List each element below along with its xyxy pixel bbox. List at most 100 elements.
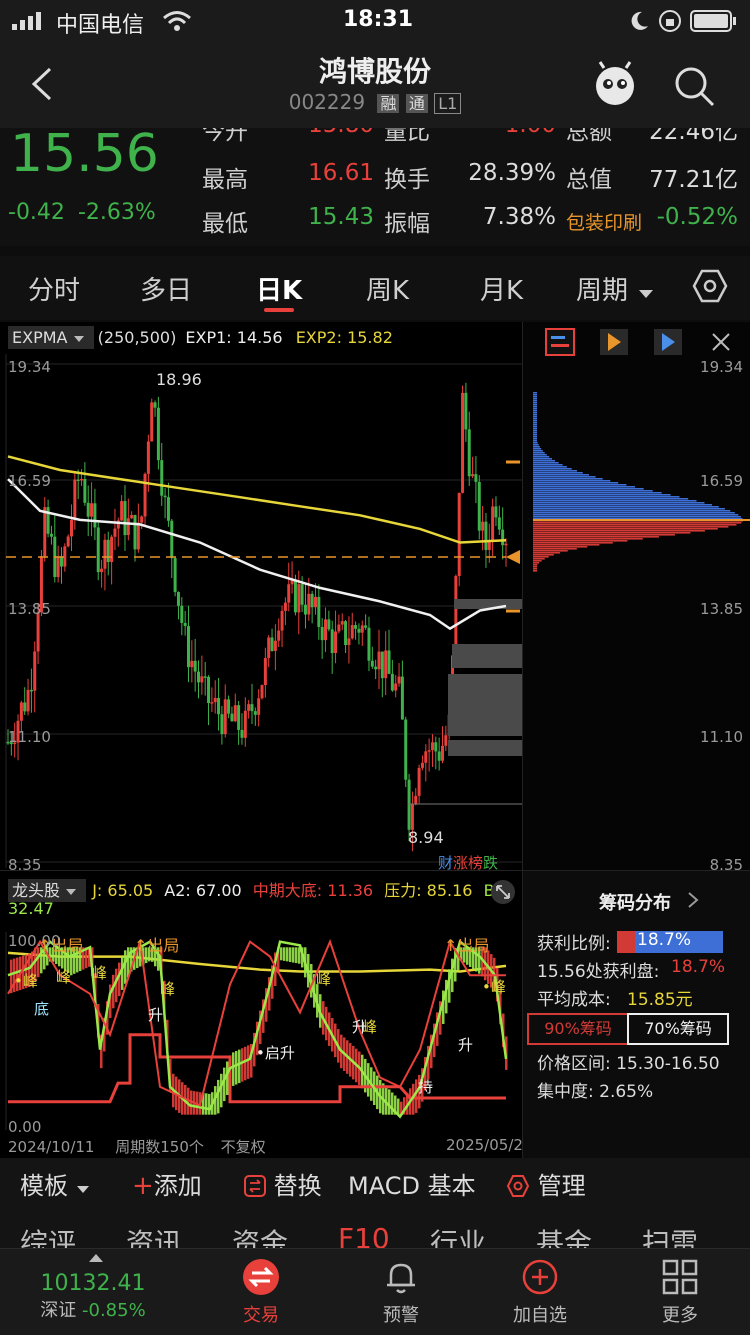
chip-blue-icon[interactable] — [653, 328, 683, 356]
chip-bar — [533, 516, 741, 518]
tab-daily-k[interactable]: 日K — [256, 270, 302, 307]
sub-histogram-bar — [235, 1051, 238, 1085]
indicator-select[interactable]: EXPMA — [8, 326, 94, 349]
candle-body — [337, 624, 341, 632]
caret-down-icon — [639, 290, 654, 298]
tab-multiday[interactable]: 多日 — [140, 270, 192, 307]
candle-body — [186, 626, 190, 668]
amplitude-value: 7.38% — [482, 204, 556, 230]
chip-bar — [533, 422, 537, 424]
profit-ratio-value: 18.7% — [637, 930, 692, 950]
chip-bar — [533, 496, 680, 498]
indicator-params: (250,500) — [97, 328, 177, 347]
chip-90-button[interactable]: 90%筹码 — [527, 1013, 629, 1045]
sub-histogram-bar — [205, 1093, 208, 1115]
badge-tong: 通 — [405, 94, 428, 113]
search-icon[interactable] — [672, 64, 716, 108]
signal-peak: 峰 — [316, 970, 332, 988]
sector-name[interactable]: 包装印刷 — [566, 208, 642, 235]
chip-bar — [533, 478, 603, 480]
dragon-head-chart[interactable] — [0, 930, 522, 1130]
nav-alert[interactable]: 预警 — [351, 1257, 451, 1327]
candle-body — [344, 621, 348, 646]
high-label: 最高 — [202, 167, 248, 193]
nav-more[interactable]: 更多 — [630, 1257, 730, 1327]
rotation-lock-icon — [659, 10, 681, 32]
tab-monthly-k[interactable]: 月K — [480, 270, 523, 307]
add-button[interactable]: +添加 — [132, 1166, 202, 1201]
tab-period[interactable]: 周期 — [576, 270, 654, 307]
sub-histogram-bar — [286, 947, 289, 962]
sub-histogram-bar — [292, 947, 295, 963]
candle-body — [320, 626, 324, 641]
candle-body — [26, 689, 30, 712]
candle-body — [491, 506, 495, 542]
candle-body — [417, 767, 421, 796]
chip-bar — [533, 558, 545, 560]
candle-body — [166, 497, 170, 521]
tab-weekly-k[interactable]: 周K — [366, 270, 409, 307]
candle-body — [103, 539, 107, 569]
tab-fund[interactable]: 基金 — [536, 1222, 592, 1248]
tab-f10[interactable]: F10 — [338, 1222, 390, 1248]
macd-basic-button[interactable]: MACD 基本 — [348, 1166, 476, 1201]
nav-alert-label: 预警 — [383, 1305, 419, 1326]
date-start: 2024/10/11 — [8, 1138, 95, 1156]
chip-bar — [533, 406, 537, 408]
chip-bar — [533, 444, 539, 446]
chip-bar — [533, 502, 705, 504]
chip-bar — [533, 476, 596, 478]
nav-add-favorite[interactable]: 加自选 — [490, 1257, 590, 1327]
avg-cost-value: 15.85元 — [627, 990, 693, 1010]
candle-body — [29, 689, 33, 692]
template-button[interactable]: 模板 — [20, 1166, 90, 1201]
badge-level: L1 — [434, 93, 462, 114]
signal-rise: 升 — [148, 1006, 164, 1024]
candle-body — [481, 521, 485, 531]
tab-minesweep[interactable]: 扫雷 — [642, 1222, 698, 1248]
sub-chart-header: 龙头股 J: 65.05 A2: 67.00 中期大底: 11.36 压力: 8… — [0, 870, 522, 918]
sub-indicator-row: 龙头股 J: 65.05 A2: 67.00 中期大底: 11.36 压力: 8… — [8, 877, 510, 902]
tab-industry[interactable]: 行业 — [430, 1222, 486, 1248]
nav-trade[interactable]: 交易 — [211, 1257, 311, 1327]
chip-bar — [533, 432, 537, 434]
tab-intraday[interactable]: 分时 — [28, 270, 80, 307]
chip-bar — [533, 448, 542, 450]
adjust-mode[interactable]: 不复权 — [221, 1138, 266, 1156]
candlestick-chart[interactable] — [0, 354, 522, 868]
exp2-value: EXP2: 15.82 — [295, 328, 393, 347]
signal-out-text: 出局 — [51, 936, 84, 955]
tab-overview[interactable]: 综评 — [20, 1222, 76, 1248]
exp1-value: EXP1: 14.56 — [185, 328, 283, 347]
tab-news[interactable]: 资讯 — [126, 1222, 182, 1248]
sub-histogram-bar — [232, 1052, 235, 1086]
candle-body — [357, 628, 361, 633]
index-widget[interactable]: 10132.41 深证 -0.85% — [18, 1271, 168, 1322]
expand-icon[interactable] — [490, 879, 516, 905]
chip-70-button[interactable]: 70%筹码 — [627, 1013, 729, 1045]
candle-body — [267, 637, 271, 659]
change-percent: -2.63% — [77, 200, 156, 225]
chip-bar — [533, 454, 547, 456]
price-range: 价格区间: 15.30-16.50 — [537, 1054, 720, 1074]
chip-bar — [533, 416, 537, 418]
replace-button[interactable]: 替换 — [244, 1166, 322, 1201]
chip-mode-icon[interactable] — [599, 328, 629, 356]
candle-body — [374, 666, 378, 670]
chip-stats-title[interactable]: 筹码分布 — [599, 889, 699, 915]
chip-bar — [533, 564, 538, 566]
tab-funds[interactable]: 资金 — [232, 1222, 288, 1248]
signal-hold: 持 — [418, 1078, 434, 1096]
close-icon[interactable] — [711, 332, 731, 352]
mascot-icon[interactable] — [592, 60, 638, 108]
chip-distribution-chart — [533, 392, 750, 572]
candle-body — [387, 650, 391, 674]
settings-hex-icon[interactable] — [692, 268, 728, 304]
candle-body — [501, 529, 505, 546]
candle-body — [260, 685, 264, 699]
volume-ratio-label: 量比 — [384, 128, 430, 145]
manage-button[interactable]: 管理 — [506, 1166, 586, 1201]
high-annotation: 18.96 — [156, 370, 202, 389]
exp2-line — [7, 455, 507, 544]
chip-view-icon[interactable] — [545, 328, 575, 356]
